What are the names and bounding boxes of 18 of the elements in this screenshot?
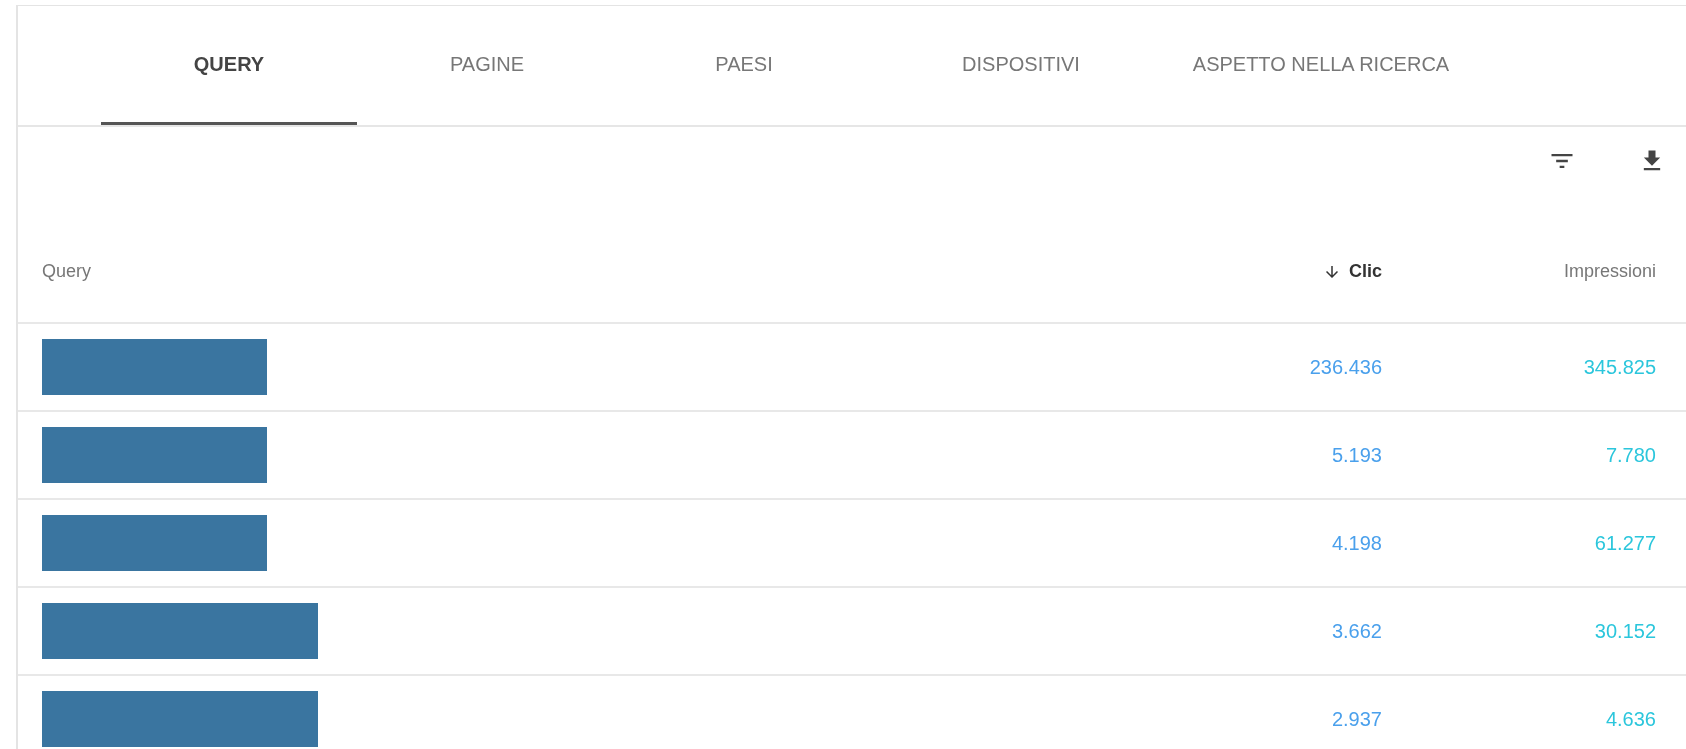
table-cell-text: 5.193	[1330, 443, 1382, 467]
tab[interactable]: PAGINE	[357, 6, 617, 125]
tab[interactable]: PAESI	[617, 6, 871, 125]
table-cell-text: 236.436	[1308, 355, 1382, 379]
table-cell-text: 3.662	[1330, 619, 1382, 643]
tab[interactable]: DISPOSITIVI	[871, 6, 1171, 125]
column-header[interactable]: Impressioni	[1563, 261, 1656, 282]
tab[interactable]: QUERY	[101, 6, 357, 125]
column-header[interactable]: Query	[42, 261, 92, 282]
table-cell-text: 7.780	[1604, 443, 1656, 467]
table-cell-text: 30.152	[1593, 619, 1656, 643]
column-header[interactable]: Clic	[1349, 261, 1382, 282]
table-cell-text: 61.277	[1593, 531, 1656, 555]
tab[interactable]: ASPETTO NELLA RICERCA	[1171, 6, 1471, 125]
table-cell-text: 4.636	[1604, 707, 1656, 731]
table-cell-text: 2.937	[1330, 707, 1382, 731]
table-cell-text: 4.198	[1330, 531, 1382, 555]
table-cell-text: 345.825	[1582, 355, 1656, 379]
